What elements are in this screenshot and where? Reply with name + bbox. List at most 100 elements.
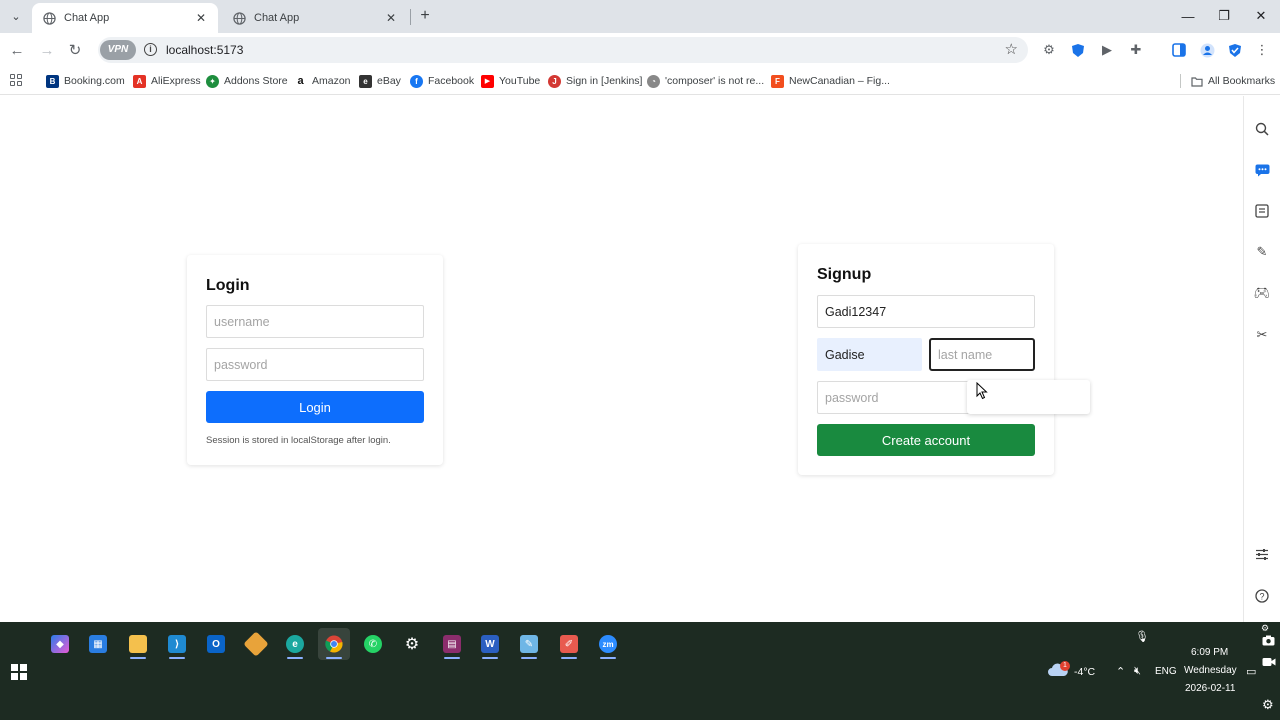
video-camera-icon[interactable] xyxy=(1262,657,1276,670)
git-app-icon[interactable] xyxy=(240,628,272,660)
notepad-app-icon[interactable]: ✎ xyxy=(513,628,545,660)
outlook-app-icon[interactable]: O xyxy=(200,628,232,660)
tab-chat-app-1[interactable]: Chat App ✕ xyxy=(32,3,218,33)
bookmark-star-icon[interactable]: ☆ xyxy=(1005,40,1018,58)
bookmark-jenkins[interactable]: J Sign in [Jenkins] xyxy=(548,72,642,90)
bookmark-figma[interactable]: F NewCanadian – Fig... xyxy=(771,72,890,90)
login-card: Login username password Login Session is… xyxy=(187,255,443,465)
reload-icon[interactable]: ↻ xyxy=(65,40,85,60)
all-bookmarks-button[interactable]: All Bookmarks xyxy=(1190,72,1275,90)
close-tab-icon[interactable]: ✕ xyxy=(384,11,398,25)
menu-kebab-icon[interactable]: ⋮ xyxy=(1253,41,1271,59)
file-explorer-icon[interactable] xyxy=(122,628,154,660)
aliexpress-icon: A xyxy=(133,74,146,88)
close-tab-icon[interactable]: ✕ xyxy=(194,11,208,25)
reading-list-icon[interactable] xyxy=(1253,202,1271,220)
bookmark-aliexpress[interactable]: A AliExpress xyxy=(133,72,201,90)
forward-arrow-icon[interactable]: → xyxy=(37,40,57,60)
signup-first-name-input[interactable]: Gadise xyxy=(817,338,922,371)
shield-extension-icon[interactable] xyxy=(1069,41,1087,59)
whatsapp-app-icon[interactable]: ✆ xyxy=(357,628,389,660)
bookmark-ebay[interactable]: e eBay xyxy=(359,72,401,90)
chrome-app-icon[interactable] xyxy=(318,628,350,660)
settings-app-icon[interactable]: ⚙ xyxy=(396,628,428,660)
notes-edit-icon[interactable]: ✎ xyxy=(1253,243,1271,261)
close-window-icon[interactable]: ✕ xyxy=(1243,0,1279,32)
browser-tab-strip: ⌄ Chat App ✕ Chat App ✕ + — ❐ ✕ xyxy=(0,0,1280,33)
addons-store-icon: ✦ xyxy=(206,74,219,88)
url-text[interactable]: localhost:5173 xyxy=(166,43,243,57)
tray-overflow-icon[interactable]: ⚙ xyxy=(1261,623,1269,634)
vscode-app-icon[interactable]: ⟩ xyxy=(161,628,193,660)
back-arrow-icon[interactable]: ← xyxy=(7,40,27,60)
vpn-badge[interactable]: VPN xyxy=(100,40,136,60)
globe-icon xyxy=(232,11,246,25)
weather-temperature[interactable]: -4°C xyxy=(1074,666,1095,678)
bookmark-facebook[interactable]: f Facebook xyxy=(410,72,474,90)
address-bar[interactable]: VPN i localhost:5173 ☆ xyxy=(98,37,1028,63)
extension-gear-icon[interactable]: ⚙ xyxy=(1040,41,1058,59)
security-shield-icon[interactable] xyxy=(1226,41,1244,59)
copilot-app-icon[interactable]: ◆ xyxy=(44,628,76,660)
notification-icon[interactable]: ▭ xyxy=(1246,665,1256,678)
side-panel-icon[interactable] xyxy=(1170,41,1188,59)
new-tab-plus-icon[interactable]: + xyxy=(416,6,434,26)
profile-avatar-icon[interactable] xyxy=(1198,41,1216,59)
store-app-icon[interactable]: ▦ xyxy=(82,628,114,660)
volume-muted-icon[interactable]: 🔇︎ xyxy=(1134,665,1141,678)
create-account-button[interactable]: Create account xyxy=(817,424,1035,456)
tools-icon[interactable]: ✂ xyxy=(1253,326,1271,344)
browser-toolbar: ← → ↻ VPN i localhost:5173 ☆ ⚙ ▶ ✚ ⋮ xyxy=(0,33,1280,67)
amazon-icon: a xyxy=(294,74,307,88)
chat-sidebar-icon[interactable] xyxy=(1253,161,1271,179)
site-info-icon[interactable]: i xyxy=(144,43,157,56)
login-title: Login xyxy=(206,277,250,294)
signup-username-input[interactable]: Gadi12347 xyxy=(817,295,1035,328)
login-username-input[interactable]: username xyxy=(206,305,424,338)
clock-time[interactable]: 6:09 PM xyxy=(1191,647,1228,658)
zoom-app-icon[interactable]: zm xyxy=(592,628,624,660)
login-button[interactable]: Login xyxy=(206,391,424,423)
windows-taskbar: ◆ ▦ ⟩ O e ✆ ⚙ ▤ W ✎ ✐ zm 🎙︎ 1 -4°C ⌃ 🔇︎ … xyxy=(0,622,1280,720)
bookmark-booking[interactable]: B Booking.com xyxy=(46,72,125,90)
restore-icon[interactable]: ❐ xyxy=(1206,0,1242,32)
ebay-icon: e xyxy=(359,74,372,88)
page-content: Login username password Login Session is… xyxy=(0,96,1243,622)
signup-card: Signup Gadi12347 Gadise last name passwo… xyxy=(798,244,1054,475)
weather-alert-badge: 1 xyxy=(1060,661,1070,671)
apps-grid-icon[interactable] xyxy=(10,74,22,86)
bookmark-amazon[interactable]: a Amazon xyxy=(294,72,351,90)
paint-app-icon[interactable]: ✐ xyxy=(553,628,585,660)
windows-start-icon[interactable] xyxy=(11,664,27,680)
login-password-input[interactable]: password xyxy=(206,348,424,381)
microphone-icon[interactable]: 🎙︎ xyxy=(1135,630,1149,643)
help-icon[interactable]: ? xyxy=(1253,587,1271,605)
puzzle-extensions-icon[interactable]: ✚ xyxy=(1127,41,1145,59)
game-controller-icon[interactable]: 🎮︎ xyxy=(1253,284,1271,302)
tab-search-chevron-icon[interactable]: ⌄ xyxy=(6,6,26,26)
settings-gear-icon[interactable]: ⚙ xyxy=(1262,697,1274,713)
minimize-icon[interactable]: — xyxy=(1170,0,1206,32)
tab-chat-app-2[interactable]: Chat App ✕ xyxy=(222,3,408,33)
clock-date[interactable]: 2026-02-11 xyxy=(1185,683,1235,694)
tab-title: Chat App xyxy=(254,12,300,24)
chevron-up-icon[interactable]: ⌃ xyxy=(1116,665,1125,678)
session-note: Session is stored in localStorage after … xyxy=(206,435,391,446)
media-extension-icon[interactable]: ▶ xyxy=(1098,41,1116,59)
winrar-app-icon[interactable]: ▤ xyxy=(436,628,468,660)
signup-last-name-input[interactable]: last name xyxy=(929,338,1035,371)
bookmark-addons-store[interactable]: ✦ Addons Store xyxy=(206,72,288,90)
bookmark-youtube[interactable]: ▶ YouTube xyxy=(481,72,540,90)
search-sidebar-icon[interactable] xyxy=(1253,120,1271,138)
globe-icon xyxy=(42,11,56,25)
bookmark-composer[interactable]: ◔'composer' is not re... xyxy=(647,72,764,90)
jenkins-icon: J xyxy=(548,74,561,88)
edge-app-icon[interactable]: e xyxy=(279,628,311,660)
browser-side-panel: ✎ 🎮︎ ✂ ? xyxy=(1243,96,1280,622)
customize-sliders-icon[interactable] xyxy=(1253,545,1271,563)
clock-day[interactable]: Wednesday xyxy=(1184,665,1237,676)
facebook-icon: f xyxy=(410,74,423,88)
word-app-icon[interactable]: W xyxy=(474,628,506,660)
language-indicator[interactable]: ENG xyxy=(1155,666,1177,677)
camera-icon[interactable] xyxy=(1262,635,1275,649)
